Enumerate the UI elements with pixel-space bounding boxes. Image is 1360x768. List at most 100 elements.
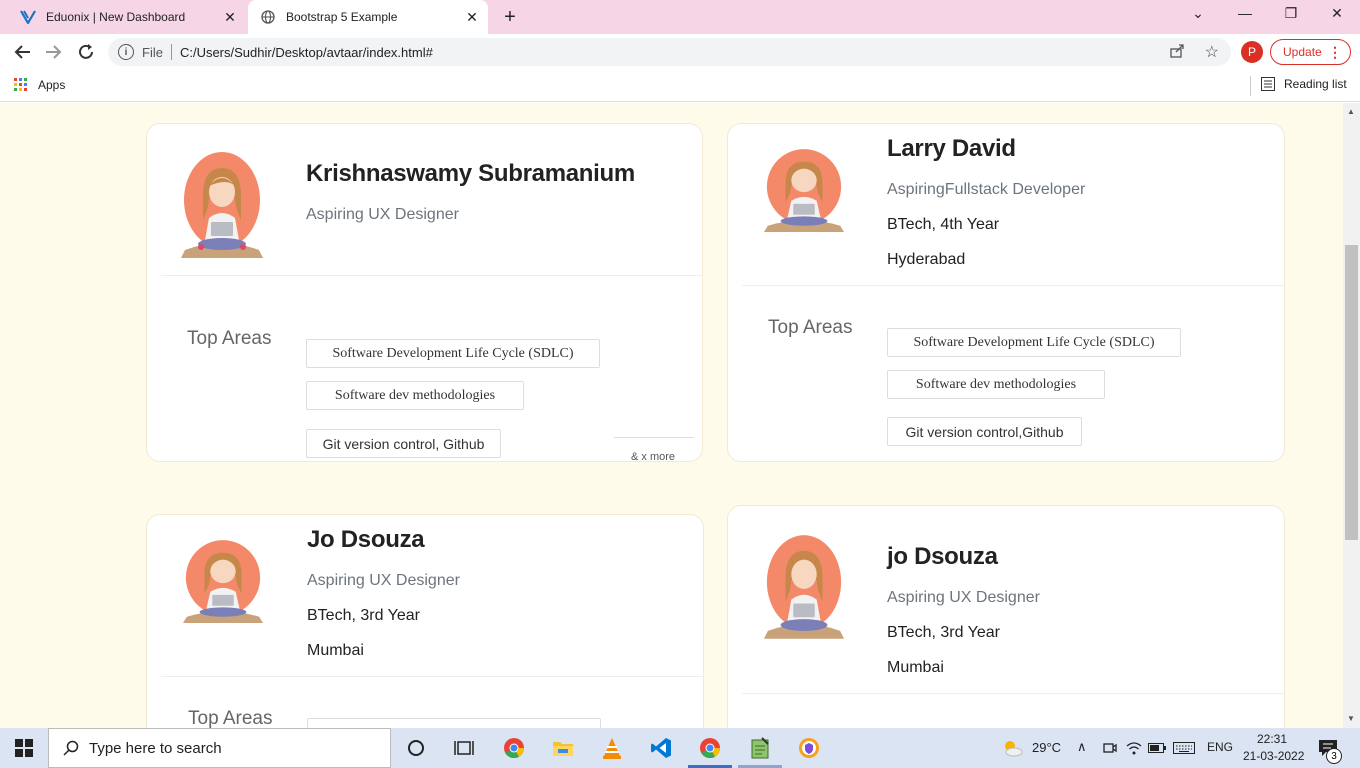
avatar bbox=[763, 149, 845, 232]
restore-icon[interactable]: ❐ bbox=[1279, 5, 1303, 22]
vscode-icon[interactable] bbox=[649, 736, 673, 760]
weather-temp[interactable]: 29°C bbox=[1032, 740, 1061, 755]
avatar bbox=[181, 152, 263, 258]
area-tag[interactable]: Software Development Life Cycle (SDLC) bbox=[887, 328, 1181, 357]
area-tag[interactable]: Software Development Life Cycle (SDLC) bbox=[306, 339, 600, 368]
top-areas-label: Top Areas bbox=[188, 708, 273, 728]
chevron-up-icon[interactable]: ∧ bbox=[1077, 739, 1087, 755]
area-tag[interactable]: Git version control, Github bbox=[306, 429, 501, 458]
tab-search-chevron-icon[interactable]: ⌄ bbox=[1186, 5, 1210, 22]
language-indicator[interactable]: ENG bbox=[1207, 740, 1233, 754]
reading-list-button[interactable]: Reading list bbox=[1261, 77, 1347, 91]
education-text: BTech, 3rd Year bbox=[307, 607, 420, 624]
weather-icon[interactable] bbox=[1000, 736, 1024, 760]
reload-icon[interactable] bbox=[75, 41, 97, 63]
apps-grid-icon bbox=[14, 78, 27, 91]
search-icon bbox=[63, 740, 79, 756]
tab-bootstrap[interactable]: Bootstrap 5 Example ✕ bbox=[248, 0, 488, 34]
profile-role: Aspiring UX Designer bbox=[887, 589, 1040, 606]
profile-name: Krishnaswamy Subramanium bbox=[306, 160, 635, 187]
file-explorer-icon[interactable] bbox=[551, 736, 575, 760]
divider bbox=[161, 275, 702, 276]
globe-icon bbox=[260, 9, 276, 25]
area-tag[interactable]: Software dev methodologies bbox=[887, 370, 1105, 399]
address-bar[interactable]: i File C:/Users/Sudhir/Desktop/avtaar/in… bbox=[108, 38, 1231, 66]
chrome-active-icon[interactable] bbox=[698, 736, 722, 760]
avatar bbox=[763, 535, 845, 639]
scroll-down-icon[interactable]: ▼ bbox=[1347, 714, 1355, 723]
close-tab-icon[interactable]: ✕ bbox=[222, 9, 238, 26]
cortana-icon[interactable] bbox=[404, 736, 428, 760]
taskbar-search[interactable]: Type here to search bbox=[48, 728, 391, 768]
location-text: Mumbai bbox=[887, 659, 944, 676]
profile-avatar[interactable]: P bbox=[1241, 41, 1263, 63]
meet-now-icon[interactable] bbox=[1098, 736, 1122, 760]
url-text[interactable]: C:/Users/Sudhir/Desktop/avtaar/index.htm… bbox=[180, 45, 433, 60]
profile-name: Jo Dsouza bbox=[307, 526, 425, 553]
vlc-icon[interactable] bbox=[600, 736, 624, 760]
profile-role: AspiringFullstack Developer bbox=[887, 181, 1086, 198]
wifi-icon[interactable] bbox=[1122, 736, 1146, 760]
windows-start-icon[interactable] bbox=[12, 736, 36, 760]
area-tag[interactable]: Software dev methodologies bbox=[306, 381, 524, 410]
top-areas-label: Top Areas bbox=[187, 328, 272, 349]
area-tag[interactable]: Git version control,Github bbox=[887, 417, 1082, 446]
divider bbox=[170, 44, 172, 60]
battery-icon[interactable] bbox=[1145, 736, 1169, 760]
divider bbox=[742, 285, 1284, 286]
reading-list-label: Reading list bbox=[1284, 77, 1347, 91]
education-text: BTech, 3rd Year bbox=[887, 624, 1000, 641]
update-button[interactable]: Update ⋮ bbox=[1270, 39, 1351, 65]
eduonix-logo-icon bbox=[20, 9, 36, 25]
keyboard-icon[interactable] bbox=[1172, 736, 1196, 760]
minimize-icon[interactable]: — bbox=[1233, 5, 1257, 21]
profile-name: jo Dsouza bbox=[887, 543, 998, 570]
divider bbox=[1250, 76, 1251, 96]
apps-label: Apps bbox=[38, 78, 66, 92]
tab-title: Bootstrap 5 Example bbox=[286, 10, 398, 24]
profile-card: Larry David AspiringFullstack Developer … bbox=[727, 123, 1285, 462]
chrome-icon[interactable] bbox=[502, 736, 526, 760]
tab-eduonix[interactable]: Eduonix | New Dashboard ✕ bbox=[8, 0, 246, 34]
divider bbox=[614, 437, 694, 438]
profile-name: Larry David bbox=[887, 135, 1016, 162]
share-icon[interactable] bbox=[1169, 43, 1185, 62]
toolbar: i File C:/Users/Sudhir/Desktop/avtaar/in… bbox=[0, 34, 1360, 70]
info-icon[interactable]: i bbox=[118, 44, 134, 60]
menu-dots-icon: ⋮ bbox=[1328, 44, 1342, 60]
brave-vpn-icon[interactable] bbox=[797, 736, 821, 760]
update-label: Update bbox=[1283, 45, 1322, 59]
tab-title: Eduonix | New Dashboard bbox=[46, 10, 186, 24]
scroll-up-icon[interactable]: ▲ bbox=[1347, 107, 1355, 116]
close-window-icon[interactable]: ✕ bbox=[1325, 5, 1349, 22]
task-view-icon[interactable] bbox=[452, 736, 476, 760]
scheme-label: File bbox=[142, 44, 163, 60]
profile-card: jo Dsouza Aspiring UX Designer BTech, 3r… bbox=[727, 505, 1285, 728]
notification-count-badge: 3 bbox=[1326, 748, 1342, 764]
notepad-icon[interactable] bbox=[748, 736, 772, 760]
profile-role: Aspiring UX Designer bbox=[307, 572, 460, 589]
clock-date[interactable]: 21-03-2022 bbox=[1243, 749, 1304, 763]
more-link[interactable]: & x more bbox=[631, 451, 675, 461]
tab-strip: Eduonix | New Dashboard ✕ Bootstrap 5 Ex… bbox=[0, 0, 1360, 34]
area-tag[interactable] bbox=[307, 718, 601, 728]
scrollbar-thumb[interactable] bbox=[1345, 245, 1358, 540]
divider bbox=[742, 693, 1284, 694]
page-content: Krishnaswamy Subramanium Aspiring UX Des… bbox=[0, 103, 1343, 728]
apps-shortcut[interactable]: Apps bbox=[14, 78, 65, 92]
top-areas-label: Top Areas bbox=[768, 317, 853, 338]
new-tab-icon[interactable]: + bbox=[500, 6, 520, 29]
location-text: Mumbai bbox=[307, 642, 364, 659]
bookmarks-bar: Apps Reading list bbox=[0, 70, 1360, 102]
divider bbox=[161, 676, 703, 677]
location-text: Hyderabad bbox=[887, 251, 966, 268]
avatar bbox=[182, 540, 264, 623]
back-icon[interactable] bbox=[11, 41, 33, 63]
clock-time[interactable]: 22:31 bbox=[1257, 732, 1287, 746]
profile-card: Krishnaswamy Subramanium Aspiring UX Des… bbox=[146, 123, 703, 462]
profile-role: Aspiring UX Designer bbox=[306, 206, 459, 223]
bookmark-star-icon[interactable]: ☆ bbox=[1205, 42, 1219, 62]
close-tab-icon[interactable]: ✕ bbox=[464, 9, 480, 26]
taskbar: Type here to search 29°C ∧ ENG 22:31 21-… bbox=[0, 728, 1360, 768]
forward-icon[interactable] bbox=[43, 41, 65, 63]
